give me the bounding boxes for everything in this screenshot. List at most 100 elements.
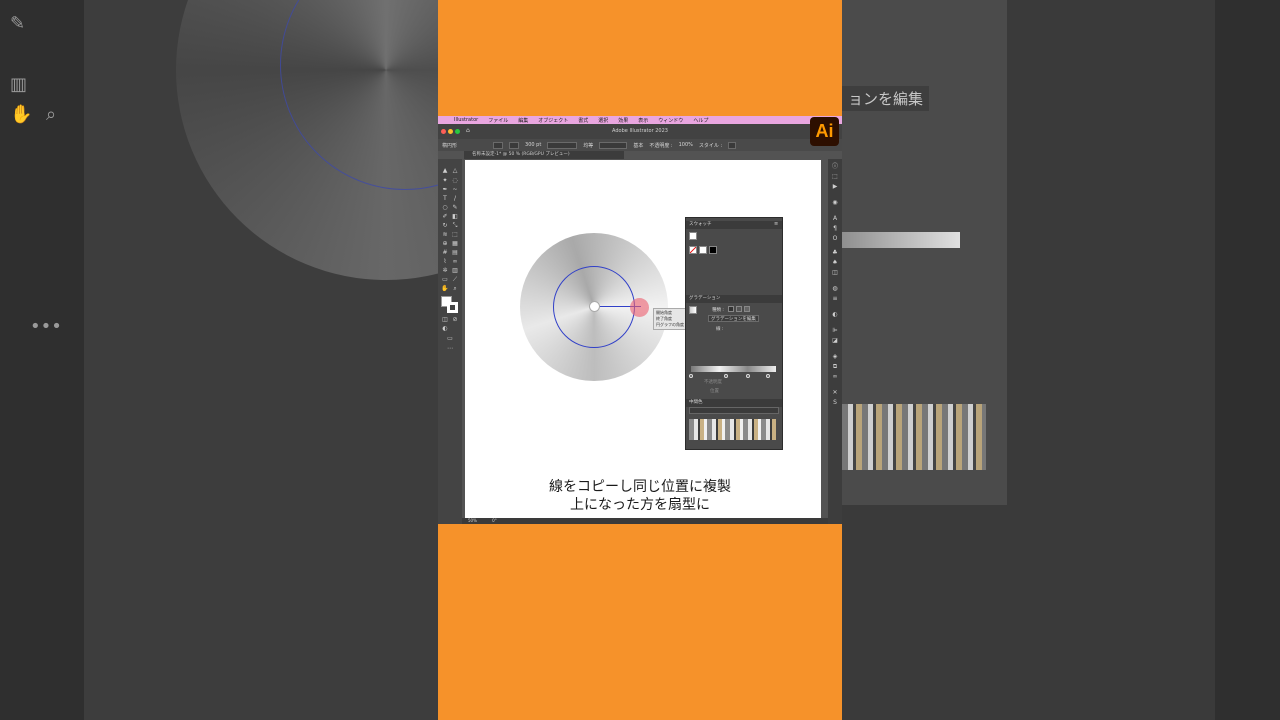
paragraph-icon[interactable]: ¶ — [831, 225, 839, 232]
paintbrush-icon[interactable]: ✎ — [450, 204, 460, 212]
pathfinder-icon[interactable]: ◪ — [831, 337, 839, 344]
stroke-label: 線 : — [716, 327, 724, 332]
color-icon[interactable]: ◉ — [831, 199, 839, 206]
blend-tool-icon[interactable]: ∞ — [450, 258, 460, 266]
gradient-swatch-library[interactable] — [689, 419, 776, 440]
menu-item-effect[interactable]: 効果 — [618, 117, 628, 124]
fill-swatch[interactable] — [493, 141, 504, 149]
artboard[interactable]: 開始角度 終了角度 円グラフの角度 スウォッチ ≡ グラデーション 種類 : グ… — [465, 160, 821, 518]
free-transform-icon[interactable]: ⬚ — [450, 231, 460, 239]
gradient-thumbnail[interactable] — [689, 306, 697, 314]
swatch-none[interactable] — [689, 246, 697, 254]
column-graph-icon[interactable]: ▥ — [450, 267, 460, 275]
stroke-swatch[interactable] — [509, 141, 520, 149]
menu-item-window[interactable]: ウィンドウ — [658, 117, 683, 124]
menu-item-file[interactable]: ファイル — [488, 117, 508, 124]
perspective-grid-icon[interactable]: ▦ — [450, 240, 460, 248]
gradient-panel-title[interactable]: グラデーション — [686, 295, 782, 303]
ellipse-tool-icon[interactable]: ○ — [440, 204, 450, 212]
swatch-white[interactable] — [699, 246, 707, 254]
ellipse-center-point[interactable] — [589, 301, 600, 312]
swatch-fill[interactable] — [689, 232, 697, 240]
hand-tool-icon[interactable]: ✋ — [440, 285, 450, 293]
align-icon[interactable]: ⊫ — [831, 327, 839, 334]
menu-item-edit[interactable]: 編集 — [518, 117, 528, 124]
appearance-icon[interactable]: ♣ — [831, 249, 839, 256]
brush-definition[interactable] — [599, 141, 628, 149]
play-icon[interactable]: ▶ — [831, 183, 839, 190]
type-style-icon[interactable]: S — [831, 399, 839, 406]
gradient-stop-4[interactable] — [766, 374, 770, 378]
none-color-icon[interactable]: ⊘ — [450, 316, 460, 324]
gradient-stop-2[interactable] — [724, 374, 728, 378]
symbol-sprayer-icon[interactable]: ✲ — [440, 267, 450, 275]
gradient-stop-3[interactable] — [746, 374, 750, 378]
menu-item-select[interactable]: 選択 — [598, 117, 608, 124]
mesh-tool-icon[interactable]: # — [440, 249, 450, 257]
zoom-level[interactable]: 50% — [468, 518, 477, 523]
gradient-slider[interactable] — [691, 366, 776, 372]
magic-icon[interactable]: ✕ — [831, 389, 839, 396]
artboards-icon[interactable]: ⧉ — [831, 363, 839, 370]
selection-tool-icon[interactable]: ▲ — [440, 167, 450, 175]
layers-icon[interactable]: ◈ — [831, 353, 839, 360]
freeform-gradient-button[interactable] — [744, 306, 750, 312]
brushes-panel-title[interactable]: 中間色 — [686, 399, 782, 407]
menu-item-object[interactable]: オブジェクト — [538, 117, 568, 124]
type-tool-icon[interactable]: T — [440, 195, 450, 203]
right-dock: ⓘ ⬚ ▶ ◉ A ¶ O ♣ ♠ ◫ ◍ ≡ ◐ ⊫ ◪ ◈ ⧉ ∞ ✕ S — [828, 159, 842, 524]
opacity-value[interactable]: 100% — [679, 142, 693, 148]
draw-mode-icon[interactable]: ◐ — [440, 325, 450, 333]
transparency-icon[interactable]: ◐ — [831, 311, 839, 318]
stroke-width-value[interactable]: 300 pt — [525, 142, 541, 148]
panel-menu-icon[interactable]: ≡ — [774, 221, 778, 227]
radial-gradient-button[interactable] — [736, 306, 742, 312]
shaper-tool-icon[interactable]: ✐ — [440, 213, 450, 221]
edit-toolbar-icon[interactable]: ⋯ — [445, 345, 455, 353]
menu-item-type[interactable]: 書式 — [578, 117, 588, 124]
symbols-icon[interactable]: ♠ — [831, 259, 839, 266]
gradient-stop-1[interactable] — [689, 374, 693, 378]
menu-item-app[interactable]: Illustrator — [454, 117, 478, 123]
menu-item-view[interactable]: 表示 — [638, 117, 648, 124]
eraser-icon[interactable]: ◧ — [450, 213, 460, 221]
curvature-tool-icon[interactable]: ~ — [450, 186, 460, 194]
eyedropper-icon[interactable]: ⌇ — [440, 258, 450, 266]
brushes-icon[interactable]: ◍ — [831, 285, 839, 292]
stroke-panel-icon[interactable]: ≡ — [831, 295, 839, 302]
shape-builder-icon[interactable]: ⊕ — [440, 240, 450, 248]
edit-gradient-button[interactable]: グラデーションを編集 — [708, 315, 759, 322]
pen-tool-icon[interactable]: ✒ — [440, 186, 450, 194]
info-icon[interactable]: ⓘ — [831, 163, 839, 170]
artboard-tool-icon[interactable]: ▭ — [440, 276, 450, 284]
transform-icon[interactable]: ⬚ — [831, 173, 839, 180]
library-search-input[interactable] — [689, 407, 779, 414]
graphic-styles-icon[interactable]: ◫ — [831, 269, 839, 276]
menu-item-help[interactable]: ヘルプ — [693, 117, 708, 124]
lasso-icon[interactable]: ◌ — [450, 177, 460, 185]
slice-tool-icon[interactable]: ⟋ — [450, 276, 460, 284]
direct-selection-tool-icon[interactable]: △ — [450, 167, 460, 175]
width-tool-icon[interactable]: ≋ — [440, 231, 450, 239]
scale-tool-icon[interactable]: ⤡ — [450, 222, 460, 230]
swatch-black[interactable] — [709, 246, 717, 254]
linear-gradient-button[interactable] — [728, 306, 734, 312]
stroke-color-box[interactable] — [447, 302, 458, 313]
document-tab[interactable]: 名称未設定-1* @ 50 % (RGB/GPU プレビュー) — [464, 151, 624, 159]
rotation-value[interactable]: 0° — [492, 518, 497, 523]
magic-wand-icon[interactable]: ✦ — [440, 177, 450, 185]
variable-width-profile[interactable] — [547, 141, 578, 149]
character-icon[interactable]: A — [831, 215, 839, 222]
draw-normal-icon[interactable]: ◫ — [440, 316, 450, 324]
style-label: スタイル : — [698, 142, 723, 149]
graphic-style-swatch[interactable] — [728, 141, 737, 149]
links-icon[interactable]: ∞ — [831, 373, 839, 380]
opentype-icon[interactable]: O — [831, 235, 839, 242]
screen-mode-icon[interactable]: ▭ — [445, 335, 455, 343]
rotate-tool-icon[interactable]: ↻ — [440, 222, 450, 230]
swatches-panel-title[interactable]: スウォッチ — [686, 221, 782, 229]
cursor-highlight — [630, 298, 649, 317]
gradient-tool-icon[interactable]: ▤ — [450, 249, 460, 257]
zoom-tool-icon[interactable]: ⌕ — [450, 285, 460, 293]
line-tool-icon[interactable]: / — [450, 195, 460, 203]
